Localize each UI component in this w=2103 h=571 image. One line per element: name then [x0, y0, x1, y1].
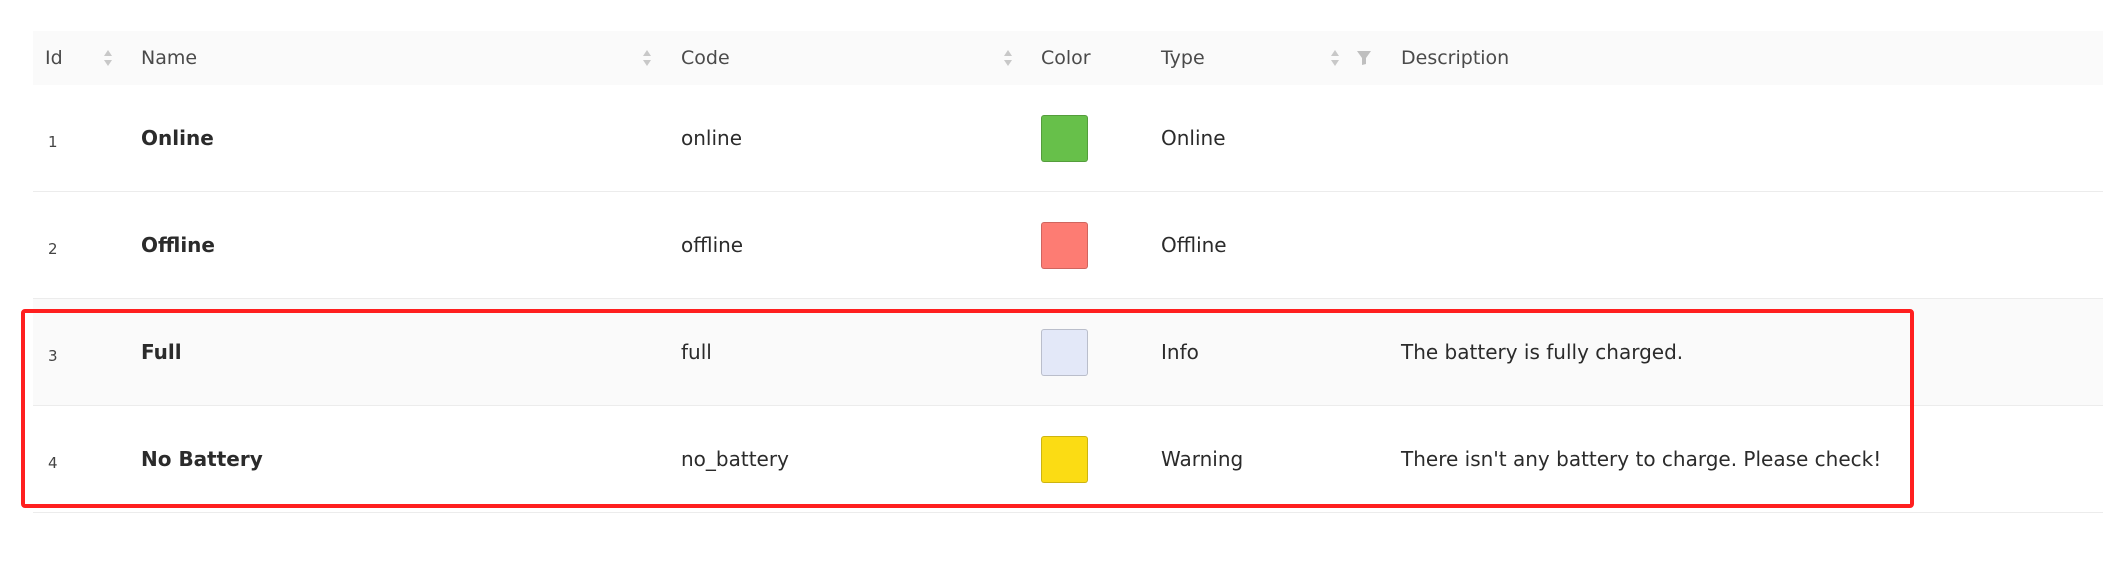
row-code: offline [681, 233, 744, 257]
column-header-id[interactable]: Id [45, 31, 63, 85]
column-header-code[interactable]: Code [681, 31, 730, 85]
row-description: The battery is fully charged. [1401, 340, 1684, 364]
row-color [1041, 85, 1088, 191]
row-code: full [681, 340, 712, 364]
column-header-color-label: Color [1041, 47, 1091, 69]
row-name: No Battery [141, 447, 263, 471]
filter-icon[interactable] [1356, 49, 1372, 67]
column-header-code-label: Code [681, 47, 730, 69]
color-swatch [1041, 435, 1088, 483]
column-header-type-label: Type [1161, 47, 1205, 69]
row-id: 4 [48, 454, 58, 472]
column-header-name[interactable]: Name [141, 31, 197, 85]
column-header-type[interactable]: Type [1161, 31, 1205, 85]
row-color [1041, 299, 1088, 405]
color-swatch [1041, 328, 1088, 376]
row-type: Offline [1161, 233, 1227, 257]
row-name: Offline [141, 233, 215, 257]
row-id: 2 [48, 240, 58, 258]
table-header: Id Name Code Color Type Description [33, 31, 2103, 85]
column-header-color: Color [1041, 31, 1091, 85]
column-header-description-label: Description [1401, 47, 1510, 69]
column-header-id-label: Id [45, 47, 63, 69]
row-color [1041, 406, 1088, 512]
row-id: 1 [48, 133, 58, 151]
row-name: Online [141, 126, 214, 150]
row-id: 3 [48, 347, 58, 365]
row-description: There isn't any battery to charge. Pleas… [1401, 447, 1882, 471]
sort-icon[interactable] [642, 48, 652, 68]
sort-icon[interactable] [1003, 48, 1013, 68]
row-color [1041, 192, 1088, 298]
row-name: Full [141, 340, 182, 364]
table-row[interactable]: 2 Offline offline Offline [33, 192, 2103, 299]
row-code: online [681, 126, 743, 150]
row-type: Info [1161, 340, 1199, 364]
table-row[interactable]: 1 Online online Online [33, 85, 2103, 192]
table-row[interactable]: 3 Full full Info The battery is fully ch… [33, 299, 2103, 406]
sort-icon[interactable] [103, 48, 113, 68]
color-swatch [1041, 114, 1088, 162]
column-header-description: Description [1401, 31, 1509, 85]
column-header-name-label: Name [141, 47, 198, 69]
color-swatch [1041, 221, 1088, 269]
sort-icon[interactable] [1330, 48, 1340, 68]
table-row[interactable]: 4 No Battery no_battery Warning There is… [33, 406, 2103, 513]
row-code: no_battery [681, 447, 789, 471]
row-type: Warning [1161, 447, 1244, 471]
status-table: Id Name Code Color Type Description 1 On… [33, 31, 2103, 513]
row-type: Online [1161, 126, 1226, 150]
